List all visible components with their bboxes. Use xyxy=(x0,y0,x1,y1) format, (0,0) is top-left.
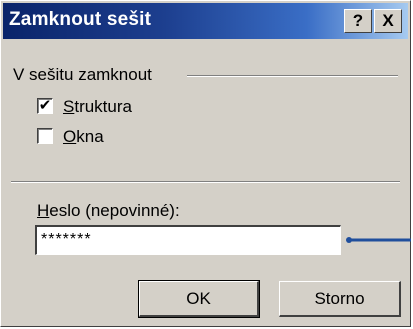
dialog-title: Zamknout sešit xyxy=(9,9,152,30)
structure-label: Struktura xyxy=(63,97,132,116)
lock-workbook-dialog: Zamknout sešit ? X V sešitu zamknout ✔ S… xyxy=(0,0,411,327)
question-icon: ? xyxy=(352,11,364,30)
help-button[interactable]: ? xyxy=(344,9,372,33)
group-label: V sešitu zamknout xyxy=(13,65,152,84)
windows-checkbox[interactable] xyxy=(37,128,53,144)
cancel-button[interactable]: Storno xyxy=(279,281,401,317)
title-bar[interactable]: Zamknout sešit ? X xyxy=(3,3,408,39)
close-icon: X xyxy=(382,11,394,30)
ok-button[interactable]: OK xyxy=(138,280,260,318)
section-separator xyxy=(11,181,400,183)
group-divider xyxy=(187,75,398,77)
close-button[interactable]: X xyxy=(374,9,402,33)
structure-checkbox[interactable]: ✔ xyxy=(37,98,53,114)
password-input[interactable]: ******* xyxy=(35,225,341,255)
checkmark-icon: ✔ xyxy=(38,97,52,114)
windows-label: Okna xyxy=(63,127,104,146)
password-label: Heslo (nepovinné): xyxy=(37,201,180,220)
pointer-arrow-icon xyxy=(346,237,411,243)
